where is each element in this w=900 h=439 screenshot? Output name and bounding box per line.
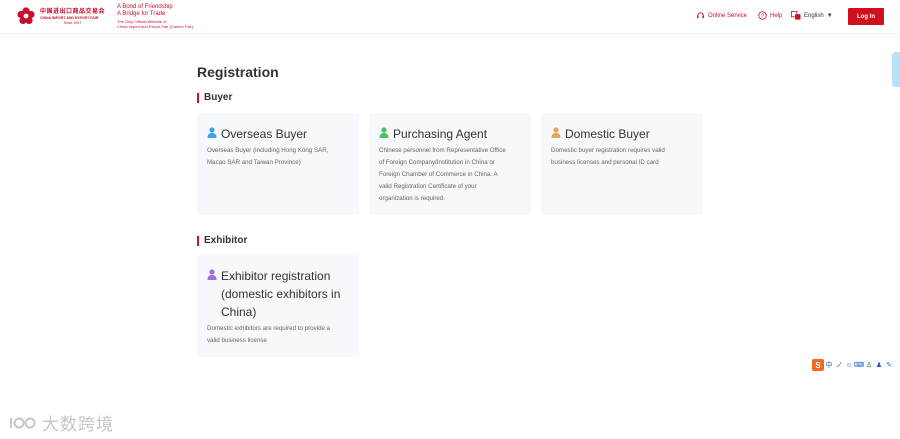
card-description-line: Domestic buyer registration requires val… [551, 147, 665, 154]
toolbar-item[interactable]: ✎ [884, 360, 894, 370]
svg-text:?: ? [761, 14, 764, 20]
page-title: Registration [197, 64, 279, 80]
toolbar-item[interactable]: ♟ [874, 360, 884, 370]
person-icon [551, 127, 561, 138]
login-button[interactable]: Log In [848, 8, 884, 25]
keyboard-icon[interactable]: ⌨ [854, 360, 864, 370]
headset-icon [697, 12, 704, 19]
canton-fair-logo[interactable]: 中国进出口商品交易会 CHINA IMPORT AND EXPORT FAIR … [16, 6, 105, 26]
card-description-line: valid Registration Certificate of your [379, 183, 477, 190]
language-label: English [804, 12, 824, 19]
language-icon [791, 11, 801, 20]
logo-english-text: CHINA IMPORT AND EXPORT FAIR [40, 15, 99, 20]
language-selector[interactable]: English ▼ [791, 11, 833, 20]
tagline-line-1: A Bond of Friendship [117, 4, 173, 10]
card-description-line: Domestic exhibitors are required to prov… [207, 325, 331, 332]
flower-logo-icon [16, 6, 36, 26]
card-description-line: Foreign Chamber of Commerce in China. A [379, 171, 498, 178]
toolbar-item[interactable]: 中 [824, 360, 834, 370]
overseas-buyer-card[interactable]: Overseas Buyer Overseas Buyer (including… [197, 113, 359, 215]
purchasing-agent-card[interactable]: Purchasing Agent Chinese personnel from … [369, 113, 531, 215]
person-icon [207, 269, 217, 280]
card-description: Domestic exhibitors are required to prov… [207, 323, 349, 347]
watermark: 大数跨境 [8, 410, 114, 435]
tagline-line-4: China Import and Export Fair (Canton Fai… [117, 24, 194, 29]
logo-since-text: Since 1957 [63, 20, 82, 25]
toolbar-item[interactable]: ♙ [864, 360, 874, 370]
side-floating-tab[interactable] [892, 52, 900, 87]
card-description-line: Macao SAR and Taiwan Province) [207, 159, 301, 166]
card-description-line: Chinese personnel from Representative Of… [379, 147, 506, 154]
card-description: Chinese personnel from Representative Of… [379, 145, 521, 205]
tagline-line-2: A Bridge for Trade [117, 11, 166, 17]
card-title-line: (domestic exhibitors in [221, 287, 341, 301]
exhibitor-registration-card[interactable]: Exhibitor registration (domestic exhibit… [197, 255, 359, 357]
card-title-line: Exhibitor registration [221, 269, 331, 283]
help-link[interactable]: ? Help [758, 11, 782, 20]
buyer-section-title: Buyer [197, 92, 232, 103]
card-description-line: organization is required. [379, 195, 446, 202]
exhibitor-section-title: Exhibitor [197, 235, 247, 246]
toolbar-item[interactable]: ☺ [844, 360, 854, 370]
online-service-label: Online Service [708, 12, 748, 19]
domestic-buyer-card[interactable]: Domestic Buyer Domestic buyer registrati… [541, 113, 703, 215]
card-title-line: China) [221, 305, 257, 319]
person-icon [379, 127, 389, 138]
watermark-logo-icon [10, 417, 36, 428]
card-description-line: valid business license [207, 337, 267, 344]
sogou-logo-icon[interactable]: S [812, 359, 824, 371]
card-description: Domestic buyer registration requires val… [551, 145, 693, 169]
site-header: 中国进出口商品交易会 CHINA IMPORT AND EXPORT FAIR … [0, 0, 900, 34]
tagline: A Bond of Friendship A Bridge for Trade … [117, 4, 193, 29]
chevron-down-icon: ▼ [826, 12, 833, 19]
question-circle-icon: ? [758, 11, 767, 20]
logo-chinese-text: 中国进出口商品交易会 [40, 8, 106, 15]
card-title: Exhibitor registration (domestic exhibit… [221, 267, 340, 321]
card-title: Purchasing Agent [393, 127, 488, 141]
person-icon [207, 127, 217, 138]
help-label: Help [770, 12, 783, 19]
online-service-link[interactable]: Online Service [696, 11, 747, 20]
toolbar-item[interactable]: ノ [834, 360, 844, 370]
card-description-line: of Foreign Company/Institution in China … [379, 159, 495, 166]
watermark-text: 大数跨境 [42, 415, 114, 435]
card-description-line: Overseas Buyer (including Hong Kong SAR, [207, 147, 329, 154]
card-description-line: business licenses and personal ID card [551, 159, 659, 166]
ime-toolbar[interactable]: S 中 ノ ☺ ⌨ ♙ ♟ ✎ [812, 359, 900, 371]
card-title: Domestic Buyer [565, 127, 650, 141]
card-description: Overseas Buyer (including Hong Kong SAR,… [207, 145, 349, 169]
card-title: Overseas Buyer [221, 127, 308, 141]
